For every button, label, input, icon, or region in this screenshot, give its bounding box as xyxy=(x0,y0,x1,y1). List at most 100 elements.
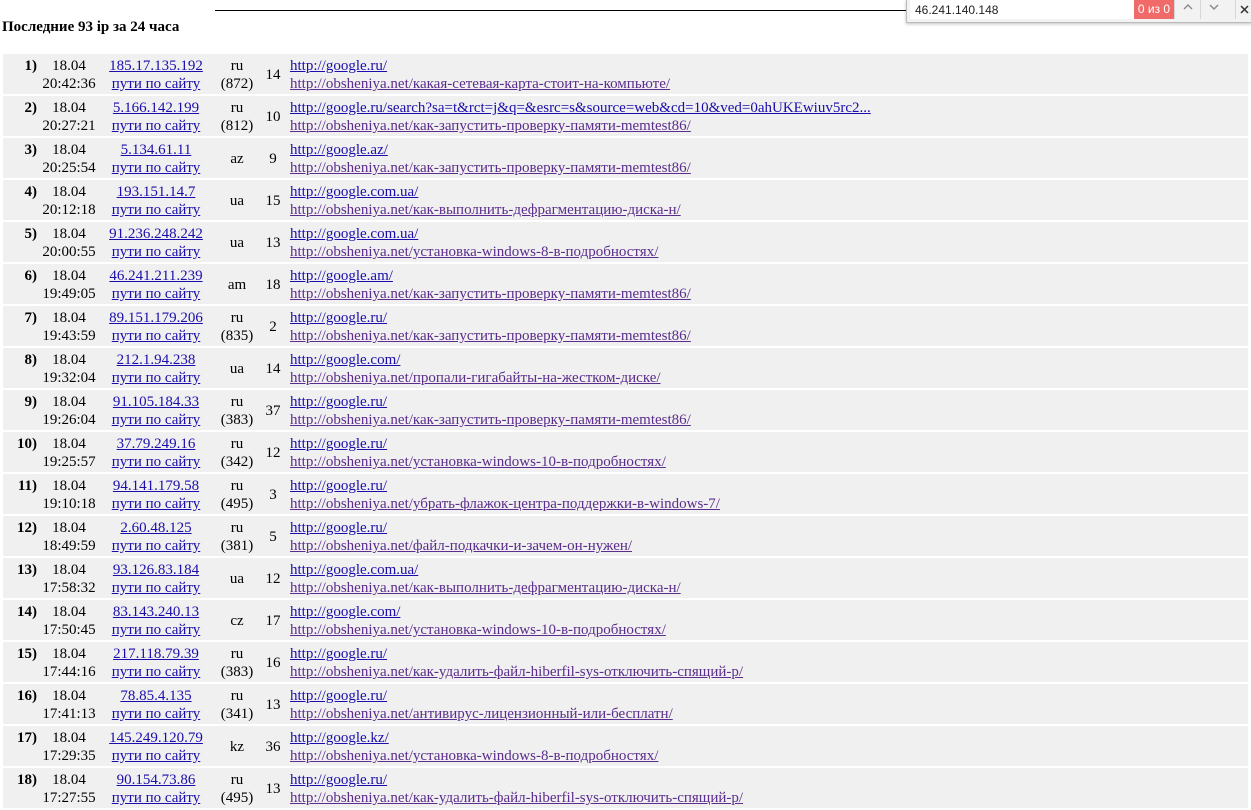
paths-link[interactable]: пути по сайту xyxy=(103,748,209,765)
page-link[interactable]: http://obsheniya.net/установка-windows-8… xyxy=(290,748,658,765)
ip-link[interactable]: 185.17.135.192 xyxy=(103,58,209,75)
page-link[interactable]: http://obsheniya.net/как-удалить-файл-hi… xyxy=(290,664,743,681)
paths-link[interactable]: пути по сайту xyxy=(103,244,209,261)
row-number: 14) xyxy=(17,604,37,620)
ip-link[interactable]: 5.134.61.11 xyxy=(103,142,209,159)
country-code: ua xyxy=(229,361,245,377)
referrer-link[interactable]: http://google.kz/ xyxy=(290,730,389,747)
ip-link[interactable]: 78.85.4.135 xyxy=(103,688,209,705)
referrer-link[interactable]: http://google.ru/ xyxy=(290,394,387,411)
paths-link[interactable]: пути по сайту xyxy=(103,580,209,597)
referrer-link[interactable]: http://google.ru/ xyxy=(290,478,387,495)
referrer-link[interactable]: http://google.ru/ xyxy=(290,646,387,663)
country-code: am xyxy=(227,277,247,293)
page-link[interactable]: http://obsheniya.net/пропали-гигабайты-н… xyxy=(290,370,661,387)
visit-time: 20:00:55 xyxy=(42,244,96,260)
ip-link[interactable]: 145.249.120.79 xyxy=(103,730,209,747)
referrer-link[interactable]: http://google.com.ua/ xyxy=(290,562,418,579)
page-link[interactable]: http://obsheniya.net/как-выполнить-дефра… xyxy=(290,580,681,597)
page-link[interactable]: http://obsheniya.net/как-запустить-прове… xyxy=(290,328,691,345)
referrer-link[interactable]: http://google.ru/ xyxy=(290,58,387,75)
referrer-link[interactable]: http://google.com.ua/ xyxy=(290,226,418,243)
page-link[interactable]: http://obsheniya.net/как-запустить-прове… xyxy=(290,160,691,177)
page-link[interactable]: http://obsheniya.net/убрать-флажок-центр… xyxy=(290,496,720,513)
page-link[interactable]: http://obsheniya.net/какая-сетевая-карта… xyxy=(290,76,670,93)
ip-link[interactable]: 90.154.73.86 xyxy=(103,772,209,789)
paths-link[interactable]: пути по сайту xyxy=(103,622,209,639)
visit-count: 18 xyxy=(265,277,281,293)
visit-time: 19:10:18 xyxy=(42,496,96,512)
ip-link[interactable]: 2.60.48.125 xyxy=(103,520,209,537)
ip-link[interactable]: 212.1.94.238 xyxy=(103,352,209,369)
region-code: (381) xyxy=(220,538,254,554)
referrer-link[interactable]: http://google.ru/ xyxy=(290,688,387,705)
paths-link[interactable]: пути по сайту xyxy=(103,496,209,513)
referrer-link[interactable]: http://google.ru/search?sa=t&rct=j&q=&es… xyxy=(290,100,871,117)
visit-time: 17:50:45 xyxy=(42,622,96,638)
referrer-link[interactable]: http://google.ru/ xyxy=(290,520,387,537)
page-link[interactable]: http://obsheniya.net/как-запустить-прове… xyxy=(290,412,691,429)
ip-link[interactable]: 217.118.79.39 xyxy=(103,646,209,663)
paths-link[interactable]: пути по сайту xyxy=(103,790,209,807)
paths-link[interactable]: пути по сайту xyxy=(103,160,209,177)
referrer-link[interactable]: http://google.com/ xyxy=(290,604,400,621)
ip-link[interactable]: 83.143.240.13 xyxy=(103,604,209,621)
country-code: ru xyxy=(230,100,244,116)
paths-link[interactable]: пути по сайту xyxy=(103,328,209,345)
paths-link[interactable]: пути по сайту xyxy=(103,454,209,471)
visit-count: 14 xyxy=(265,361,281,377)
paths-link[interactable]: пути по сайту xyxy=(103,706,209,723)
close-icon[interactable] xyxy=(1235,0,1251,19)
ip-link[interactable]: 91.236.248.242 xyxy=(103,226,209,243)
ip-link[interactable]: 94.141.179.58 xyxy=(103,478,209,495)
top-divider xyxy=(215,10,915,11)
row-number: 10) xyxy=(17,436,37,452)
visit-count: 10 xyxy=(265,109,281,125)
referrer-link[interactable]: http://google.com/ xyxy=(290,352,400,369)
referrer-link[interactable]: http://google.ru/ xyxy=(290,436,387,453)
table-row: 15) 18.04 17:44:16 217.118.79.39 пути по сай… xyxy=(3,642,1248,684)
ip-link[interactable]: 37.79.249.16 xyxy=(103,436,209,453)
page-link[interactable]: http://obsheniya.net/как-удалить-файл-hi… xyxy=(290,790,743,807)
referrer-link[interactable]: http://google.ru/ xyxy=(290,772,387,789)
page-link[interactable]: http://obsheniya.net/файл-подкачки-и-зач… xyxy=(290,538,632,555)
country-code: kz xyxy=(229,739,245,755)
paths-link[interactable]: пути по сайту xyxy=(103,202,209,219)
page-link[interactable]: http://obsheniya.net/как-запустить-прове… xyxy=(290,118,691,135)
country-code: ru xyxy=(230,58,244,74)
chevron-up-icon[interactable] xyxy=(1174,0,1200,19)
ip-link[interactable]: 193.151.14.7 xyxy=(103,184,209,201)
referrer-link[interactable]: http://google.am/ xyxy=(290,268,393,285)
paths-link[interactable]: пути по сайту xyxy=(103,370,209,387)
row-number: 9) xyxy=(24,394,38,410)
page-link[interactable]: http://obsheniya.net/как-выполнить-дефра… xyxy=(290,202,681,219)
paths-link[interactable]: пути по сайту xyxy=(103,412,209,429)
paths-link[interactable]: пути по сайту xyxy=(103,286,209,303)
page-link[interactable]: http://obsheniya.net/как-запустить-прове… xyxy=(290,286,691,303)
ip-link[interactable]: 89.151.179.206 xyxy=(103,310,209,327)
visit-date: 18.04 xyxy=(52,184,86,200)
visit-date: 18.04 xyxy=(52,268,86,284)
visit-time: 17:58:32 xyxy=(42,580,96,596)
referrer-link[interactable]: http://google.com.ua/ xyxy=(290,184,418,201)
ip-link[interactable]: 5.166.142.199 xyxy=(103,100,209,117)
page-link[interactable]: http://obsheniya.net/установка-windows-1… xyxy=(290,454,666,471)
ip-link[interactable]: 91.105.184.33 xyxy=(103,394,209,411)
paths-link[interactable]: пути по сайту xyxy=(103,538,209,555)
chevron-down-icon[interactable] xyxy=(1200,0,1226,19)
paths-link[interactable]: пути по сайту xyxy=(103,664,209,681)
visit-count: 13 xyxy=(265,697,281,713)
paths-link[interactable]: пути по сайту xyxy=(103,76,209,93)
country-code: ru xyxy=(230,520,244,536)
row-number: 18) xyxy=(17,772,37,788)
ip-link[interactable]: 46.241.211.239 xyxy=(103,268,209,285)
find-input[interactable] xyxy=(910,0,1134,19)
page-link[interactable]: http://obsheniya.net/антивирус-лицензион… xyxy=(290,706,673,723)
page-link[interactable]: http://obsheniya.net/установка-windows-8… xyxy=(290,244,658,261)
paths-link[interactable]: пути по сайту xyxy=(103,118,209,135)
visit-time: 17:27:55 xyxy=(42,790,96,806)
referrer-link[interactable]: http://google.ru/ xyxy=(290,310,387,327)
ip-link[interactable]: 93.126.83.184 xyxy=(103,562,209,579)
page-link[interactable]: http://obsheniya.net/установка-windows-1… xyxy=(290,622,666,639)
referrer-link[interactable]: http://google.az/ xyxy=(290,142,388,159)
